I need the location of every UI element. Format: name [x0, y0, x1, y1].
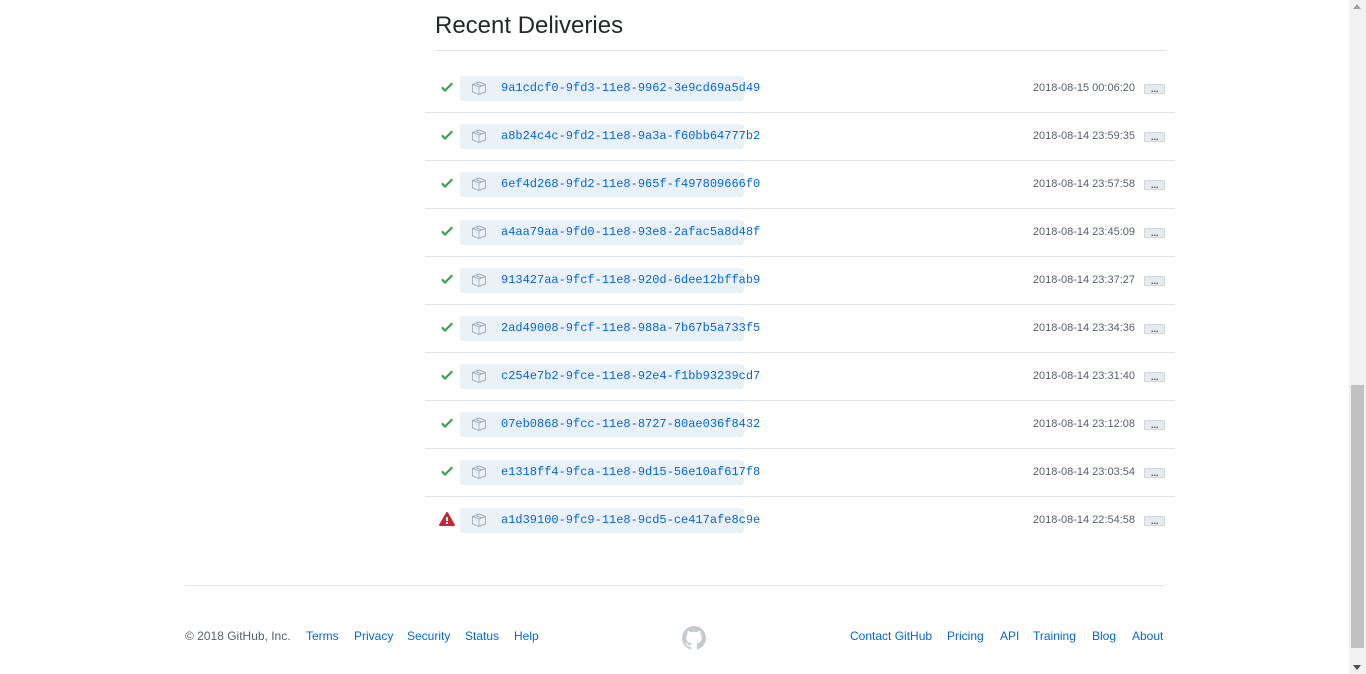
delivery-guid-button[interactable]: a1d39100-9fc9-11e8-9cd5-ce417afe8c9e — [460, 508, 760, 533]
more-options-button[interactable]: ... — [1144, 420, 1165, 430]
delivery-timestamp: 2018-08-14 22:54:58 — [1032, 514, 1135, 526]
delivery-timestamp: 2018-08-15 00:06:20 — [1032, 82, 1135, 94]
delivery-timestamp: 2018-08-14 23:12:08 — [1032, 418, 1135, 430]
footer-link-terms[interactable]: Terms — [306, 629, 339, 643]
check-icon — [439, 79, 455, 95]
delivery-timestamp: 2018-08-14 23:45:09 — [1032, 226, 1135, 238]
footer-link-status[interactable]: Status — [465, 629, 499, 643]
package-icon — [471, 273, 487, 288]
delivery-guid: a4aa79aa-9fd0-11e8-93e8-2afac5a8d48f — [501, 225, 761, 239]
more-options-button[interactable]: ... — [1144, 372, 1165, 382]
check-icon — [439, 415, 455, 431]
package-icon — [471, 321, 487, 336]
delivery-row: 07eb0868-9fcc-11e8-8727-80ae036f8432 201… — [425, 401, 1175, 449]
delivery-guid: a8b24c4c-9fd2-11e8-9a3a-f60bb64777b2 — [501, 129, 761, 143]
delivery-guid-button[interactable]: a4aa79aa-9fd0-11e8-93e8-2afac5a8d48f — [460, 220, 760, 245]
delivery-timestamp: 2018-08-14 23:59:35 — [1032, 130, 1135, 142]
delivery-guid-button[interactable]: c254e7b2-9fce-11e8-92e4-f1bb93239cd7 — [460, 364, 760, 389]
delivery-guid-button[interactable]: 2ad49008-9fcf-11e8-988a-7b67b5a733f5 — [460, 316, 760, 341]
more-options-button[interactable]: ... — [1144, 132, 1165, 142]
heading-divider — [435, 50, 1166, 51]
check-icon — [439, 175, 455, 191]
delivery-guid: 2ad49008-9fcf-11e8-988a-7b67b5a733f5 — [501, 321, 761, 335]
footer-link-help[interactable]: Help — [514, 629, 539, 643]
footer-link-blog[interactable]: Blog — [1092, 629, 1116, 643]
footer-divider — [185, 585, 1165, 586]
more-options-button[interactable]: ... — [1144, 516, 1165, 526]
check-icon — [439, 271, 455, 287]
package-icon — [471, 225, 487, 240]
delivery-row: 6ef4d268-9fd2-11e8-965f-f497809666f0 201… — [425, 161, 1175, 209]
delivery-timestamp: 2018-08-14 23:31:40 — [1032, 370, 1135, 382]
footer-link-api[interactable]: API — [1000, 629, 1019, 643]
package-icon — [471, 129, 487, 144]
more-options-button[interactable]: ... — [1144, 228, 1165, 238]
delivery-timestamp: 2018-08-14 23:03:54 — [1032, 466, 1135, 478]
delivery-guid-button[interactable]: 9a1cdcf0-9fd3-11e8-9962-3e9cd69a5d49 — [460, 76, 760, 101]
delivery-row: a8b24c4c-9fd2-11e8-9a3a-f60bb64777b2 201… — [425, 113, 1175, 161]
footer-link-contact-github[interactable]: Contact GitHub — [850, 629, 932, 643]
more-options-button[interactable]: ... — [1144, 84, 1165, 94]
check-icon — [439, 127, 455, 143]
footer-link-about[interactable]: About — [1132, 629, 1163, 643]
delivery-guid: c254e7b2-9fce-11e8-92e4-f1bb93239cd7 — [501, 369, 761, 383]
delivery-row: e1318ff4-9fca-11e8-9d15-56e10af617f8 201… — [425, 449, 1175, 497]
delivery-row: 913427aa-9fcf-11e8-920d-6dee12bffab9 201… — [425, 257, 1175, 305]
delivery-row: a4aa79aa-9fd0-11e8-93e8-2afac5a8d48f 201… — [425, 209, 1175, 257]
footer-link-security[interactable]: Security — [407, 629, 450, 643]
delivery-row: 9a1cdcf0-9fd3-11e8-9962-3e9cd69a5d49 201… — [425, 65, 1175, 113]
alert-icon — [439, 511, 455, 527]
check-icon — [439, 463, 455, 479]
footer-link-privacy[interactable]: Privacy — [354, 629, 393, 643]
delivery-guid: a1d39100-9fc9-11e8-9cd5-ce417afe8c9e — [501, 513, 761, 527]
octocat-icon[interactable] — [682, 626, 706, 650]
delivery-timestamp: 2018-08-14 23:37:27 — [1032, 274, 1135, 286]
package-icon — [471, 513, 487, 528]
delivery-guid: 913427aa-9fcf-11e8-920d-6dee12bffab9 — [501, 273, 761, 287]
vertical-scrollbar[interactable] — [1349, 0, 1366, 674]
delivery-row: c254e7b2-9fce-11e8-92e4-f1bb93239cd7 201… — [425, 353, 1175, 401]
deliveries-list: 9a1cdcf0-9fd3-11e8-9962-3e9cd69a5d49 201… — [425, 65, 1175, 545]
delivery-timestamp: 2018-08-14 23:57:58 — [1032, 178, 1135, 190]
more-options-button[interactable]: ... — [1144, 276, 1165, 286]
scroll-up-arrow-icon[interactable] — [1353, 4, 1361, 9]
delivery-guid: 6ef4d268-9fd2-11e8-965f-f497809666f0 — [501, 177, 761, 191]
delivery-guid-button[interactable]: a8b24c4c-9fd2-11e8-9a3a-f60bb64777b2 — [460, 124, 760, 149]
delivery-guid-button[interactable]: 07eb0868-9fcc-11e8-8727-80ae036f8432 — [460, 412, 760, 437]
more-options-button[interactable]: ... — [1144, 468, 1165, 478]
check-icon — [439, 223, 455, 239]
package-icon — [471, 177, 487, 192]
delivery-timestamp: 2018-08-14 23:34:36 — [1032, 322, 1135, 334]
package-icon — [471, 465, 487, 480]
delivery-guid: e1318ff4-9fca-11e8-9d15-56e10af617f8 — [501, 465, 761, 479]
footer-link-training[interactable]: Training — [1033, 629, 1076, 643]
package-icon — [471, 81, 487, 96]
package-icon — [471, 369, 487, 384]
more-options-button[interactable]: ... — [1144, 324, 1165, 334]
delivery-row: a1d39100-9fc9-11e8-9cd5-ce417afe8c9e 201… — [425, 497, 1175, 545]
delivery-row: 2ad49008-9fcf-11e8-988a-7b67b5a733f5 201… — [425, 305, 1175, 353]
check-icon — [439, 367, 455, 383]
package-icon — [471, 417, 487, 432]
scroll-down-arrow-icon[interactable] — [1353, 665, 1361, 670]
site-footer: © 2018 GitHub, Inc. Terms Privacy Securi… — [185, 626, 1165, 650]
more-options-button[interactable]: ... — [1144, 180, 1165, 190]
delivery-guid: 07eb0868-9fcc-11e8-8727-80ae036f8432 — [501, 417, 761, 431]
copyright-text: © 2018 GitHub, Inc. — [185, 629, 291, 643]
check-icon — [439, 319, 455, 335]
footer-link-pricing[interactable]: Pricing — [947, 629, 984, 643]
delivery-guid-button[interactable]: 913427aa-9fcf-11e8-920d-6dee12bffab9 — [460, 268, 760, 293]
delivery-guid-button[interactable]: e1318ff4-9fca-11e8-9d15-56e10af617f8 — [460, 460, 760, 485]
scrollbar-thumb[interactable] — [1351, 385, 1364, 648]
recent-deliveries-heading: Recent Deliveries — [435, 12, 624, 39]
delivery-guid: 9a1cdcf0-9fd3-11e8-9962-3e9cd69a5d49 — [501, 81, 761, 95]
delivery-guid-button[interactable]: 6ef4d268-9fd2-11e8-965f-f497809666f0 — [460, 172, 760, 197]
